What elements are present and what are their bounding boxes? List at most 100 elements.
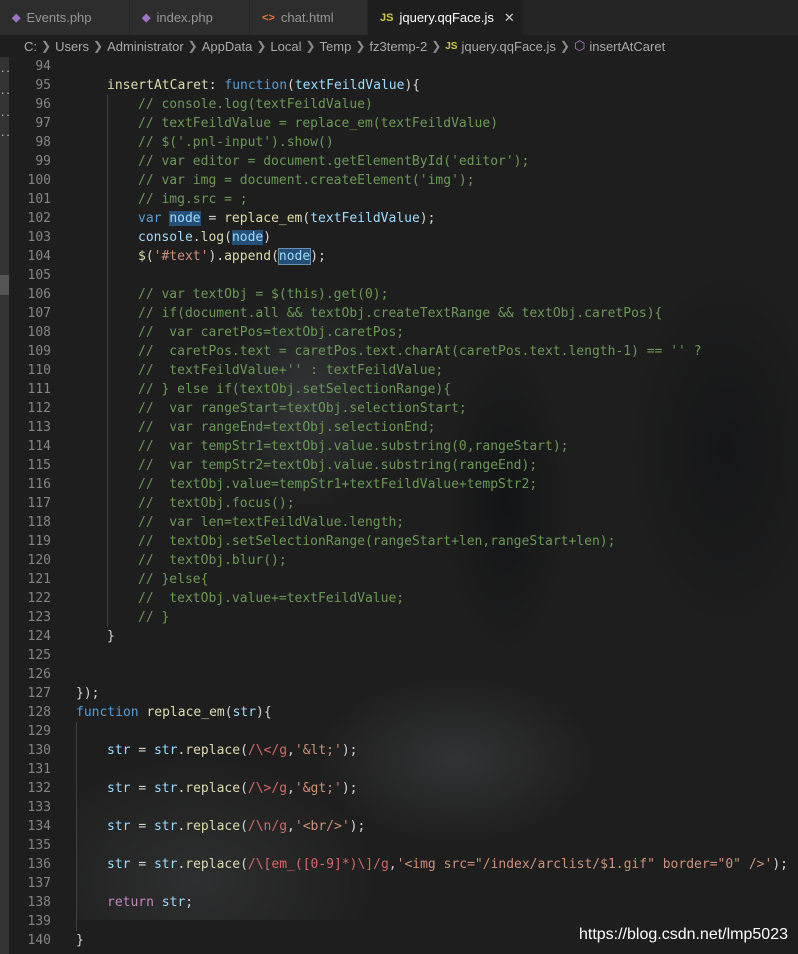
chevron-right-icon: ❯ bbox=[305, 39, 316, 53]
code-line[interactable]: 105 bbox=[9, 266, 798, 285]
code-text: // var rangeStart=textObj.selectionStart… bbox=[138, 401, 467, 416]
code-line[interactable]: 125 bbox=[9, 646, 798, 665]
code-text: // }else{ bbox=[138, 572, 209, 587]
code-line[interactable]: 128 function replace_em(str){ bbox=[9, 703, 798, 722]
code-line[interactable]: 116 // textObj.value=tempStr1+textFeildVa… bbox=[9, 475, 798, 494]
line-number: 120 bbox=[27, 553, 51, 568]
line-number: 113 bbox=[27, 420, 51, 435]
line-number: 129 bbox=[27, 724, 51, 739]
code-line[interactable]: 130 str = str.replace(/\</g,'&lt;'); bbox=[9, 741, 798, 760]
code-text: // textObj.value=tempStr1+textFeildValue… bbox=[138, 477, 538, 492]
chevron-right-icon: ❯ bbox=[355, 39, 366, 53]
close-icon[interactable]: ✕ bbox=[504, 10, 515, 26]
code-line[interactable]: 123 // } bbox=[9, 608, 798, 627]
breadcrumb-item[interactable]: Users bbox=[55, 39, 89, 54]
code-line[interactable]: 101 // img.src = ; bbox=[9, 190, 798, 209]
code-line[interactable]: 122 // textObj.value+=textFeildValue; bbox=[9, 589, 798, 608]
code-line[interactable]: 137 bbox=[9, 874, 798, 893]
code-editor[interactable]: 94 95 insertAtCaret: function(textFeildVal… bbox=[9, 57, 798, 954]
code-line[interactable]: 111 // } else if(textObj.setSelectionRang… bbox=[9, 380, 798, 399]
line-number: 101 bbox=[27, 192, 51, 207]
line-number: 122 bbox=[27, 591, 51, 606]
watermark-text: https://blog.csdn.net/lmp5023 bbox=[578, 926, 788, 943]
line-number: 104 bbox=[27, 249, 51, 264]
code-line[interactable]: 124} bbox=[9, 627, 798, 646]
code-text: // var len=textFeildValue.length; bbox=[138, 515, 405, 530]
breadcrumb-item[interactable]: Administrator bbox=[107, 39, 184, 54]
line-number: 121 bbox=[27, 572, 51, 587]
breadcrumb-item[interactable]: AppData bbox=[202, 39, 253, 54]
code-line[interactable]: 113 // var rangeEnd=textObj.selectionEnd; bbox=[9, 418, 798, 437]
line-number: 131 bbox=[27, 762, 51, 777]
code-text: str = str.replace(/\</g,'&lt;'); bbox=[107, 743, 358, 758]
code-line[interactable]: 135 bbox=[9, 836, 798, 855]
code-line[interactable]: 106 // var textObj = $(this).get(0); bbox=[9, 285, 798, 304]
breadcrumb-item[interactable]: Temp bbox=[320, 39, 352, 54]
line-number: 106 bbox=[27, 287, 51, 302]
code-line[interactable]: 107 // if(document.all && textObj.createT… bbox=[9, 304, 798, 323]
code-line[interactable]: 131 bbox=[9, 760, 798, 779]
code-line[interactable]: 102 var node = replace_em(textFeildValue)… bbox=[9, 209, 798, 228]
code-line[interactable]: 115 // var tempStr2=textObj.value.substri… bbox=[9, 456, 798, 475]
ellipsis-icon: .. bbox=[0, 129, 11, 139]
code-line[interactable]: 94 bbox=[9, 57, 798, 76]
tab-label: jquery.qqFace.js bbox=[399, 10, 494, 25]
js-file-icon: JS bbox=[380, 11, 394, 24]
code-line[interactable]: 108 // var caretPos=textObj.caretPos; bbox=[9, 323, 798, 342]
tab-events-php[interactable]: ◆ Events.php bbox=[0, 0, 130, 35]
line-number: 111 bbox=[27, 382, 51, 397]
line-number: 115 bbox=[27, 458, 51, 473]
code-line[interactable]: 95 insertAtCaret: function(textFeildValue… bbox=[9, 76, 798, 95]
code-line[interactable]: 110 // textFeildValue+'' : textFeildValue… bbox=[9, 361, 798, 380]
tab-label: Events.php bbox=[26, 10, 92, 25]
breadcrumb-item[interactable]: insertAtCaret bbox=[589, 39, 665, 54]
code-line[interactable]: 112 // var rangeStart=textObj.selectionSt… bbox=[9, 399, 798, 418]
tab-jquery-qqface-js[interactable]: JS jquery.qqFace.js ✕ bbox=[368, 0, 524, 35]
code-text: // var rangeEnd=textObj.selectionEnd; bbox=[138, 420, 436, 435]
code-text: // textObj.focus(); bbox=[138, 496, 295, 511]
tab-index-php[interactable]: ◆ index.php bbox=[130, 0, 250, 35]
code-line[interactable]: 98 // $('.pnl-input').show() bbox=[9, 133, 798, 152]
breadcrumb-item[interactable]: Local bbox=[270, 39, 301, 54]
code-line[interactable]: 133 bbox=[9, 798, 798, 817]
line-number: 97 bbox=[35, 116, 51, 131]
code-text: $('#text').append(node); bbox=[138, 248, 326, 265]
line-number: 139 bbox=[27, 914, 51, 929]
tab-chat-html[interactable]: <> chat.html bbox=[250, 0, 368, 35]
chevron-right-icon: ❯ bbox=[93, 39, 104, 53]
code-line[interactable]: 119 // textObj.setSelectionRange(rangeSta… bbox=[9, 532, 798, 551]
code-line[interactable]: 118 // var len=textFeildValue.length; bbox=[9, 513, 798, 532]
line-number: 108 bbox=[27, 325, 51, 340]
code-line[interactable]: 109 // caretPos.text = caretPos.text.char… bbox=[9, 342, 798, 361]
code-line[interactable]: 134 str = str.replace(/\n/g,'<br/>'); bbox=[9, 817, 798, 836]
code-line[interactable]: 114 // var tempStr1=textObj.value.substri… bbox=[9, 437, 798, 456]
breadcrumb-item[interactable]: jquery.qqFace.js bbox=[461, 39, 555, 54]
line-number: 116 bbox=[27, 477, 51, 492]
code-line[interactable]: 96 // console.log(textFeildValue) bbox=[9, 95, 798, 114]
code-line[interactable]: 126 bbox=[9, 665, 798, 684]
code-line[interactable]: 100 // var img = document.createElement('… bbox=[9, 171, 798, 190]
breadcrumb-item[interactable]: C: bbox=[24, 39, 37, 54]
code-line[interactable]: 138 return str; bbox=[9, 893, 798, 912]
code-line[interactable]: 136 str = str.replace(/\[em_([0-9]*)\]/g,… bbox=[9, 855, 798, 874]
code-line[interactable]: 99 // var editor = document.getElementByI… bbox=[9, 152, 798, 171]
editor-tab-bar: ◆ Events.php ◆ index.php <> chat.html JS… bbox=[0, 0, 798, 35]
code-line[interactable]: 103 console.log(node) bbox=[9, 228, 798, 247]
code-line[interactable]: 104 $('#text').append(node); bbox=[9, 247, 798, 266]
code-line[interactable]: 127}); bbox=[9, 684, 798, 703]
code-line[interactable]: 132 str = str.replace(/\>/g,'&gt;'); bbox=[9, 779, 798, 798]
code-line[interactable]: 129 bbox=[9, 722, 798, 741]
line-number: 94 bbox=[35, 59, 51, 74]
breadcrumb-item[interactable]: fz3temp-2 bbox=[369, 39, 427, 54]
ellipsis-icon: .. bbox=[0, 65, 11, 75]
line-number: 134 bbox=[27, 819, 51, 834]
line-number: 133 bbox=[27, 800, 51, 815]
code-line[interactable]: 120 // textObj.blur(); bbox=[9, 551, 798, 570]
code-text: // img.src = ; bbox=[138, 192, 248, 207]
code-text: // var tempStr1=textObj.value.substring(… bbox=[138, 439, 569, 454]
line-number: 125 bbox=[27, 648, 51, 663]
code-line[interactable]: 97 // textFeildValue = replace_em(textFei… bbox=[9, 114, 798, 133]
chevron-right-icon: ❯ bbox=[559, 39, 570, 53]
code-line[interactable]: 117 // textObj.focus(); bbox=[9, 494, 798, 513]
code-line[interactable]: 121 // }else{ bbox=[9, 570, 798, 589]
